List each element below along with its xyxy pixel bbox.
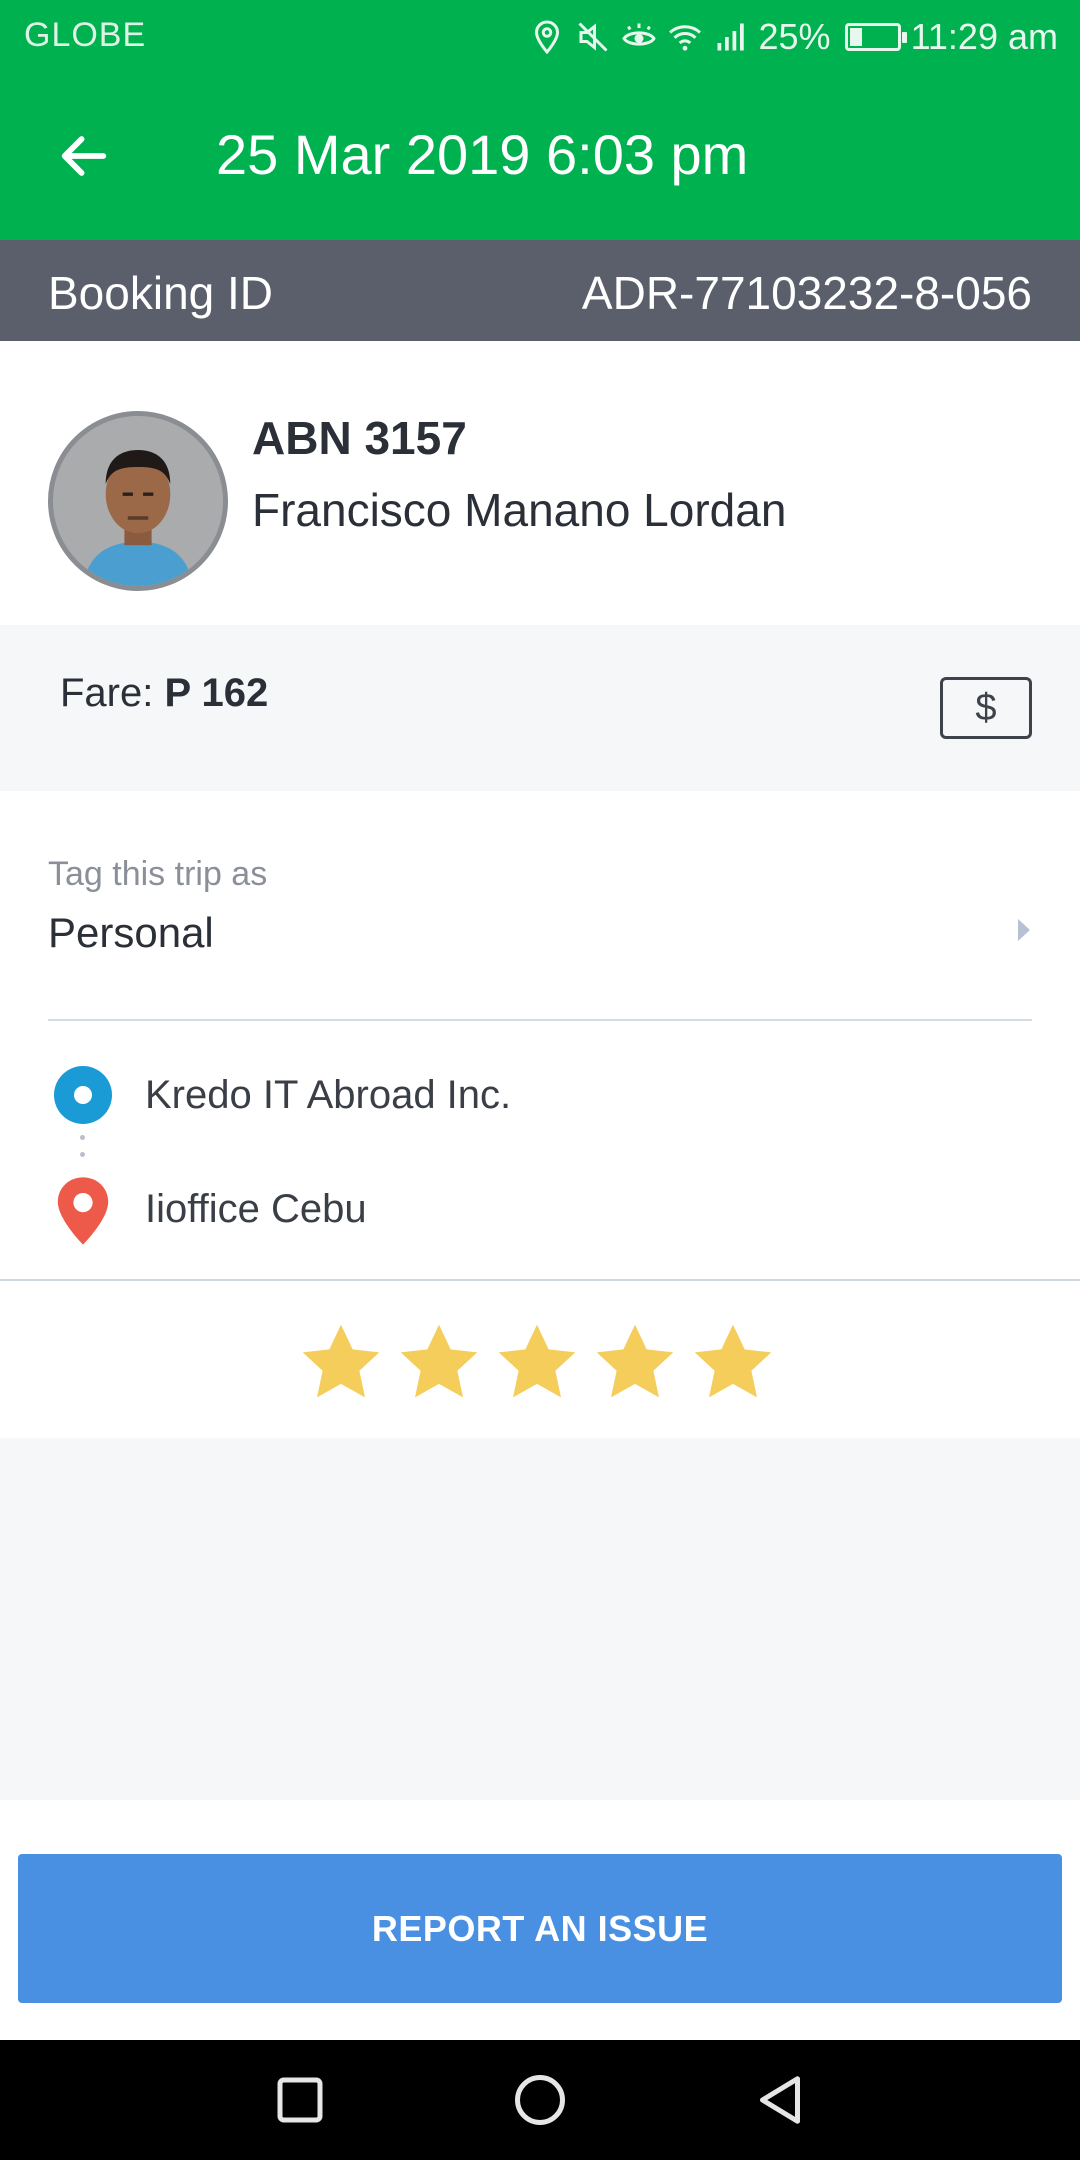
status-icons: 25% 11:29 am [529,14,1058,60]
system-nav-bar [0,2040,1080,2160]
arrow-left-icon [61,136,107,176]
driver-name: Francisco Manano Lordan [252,484,787,536]
signal-icon [713,19,749,55]
fare-amount: P 162 [164,671,269,715]
vehicle-plate: ABN 3157 [252,412,467,464]
tag-trip-value: Personal [48,909,214,956]
battery-percent: 25% [758,16,831,57]
mute-icon [575,19,611,55]
pickup-dot-icon [54,1066,112,1124]
eye-comfort-icon [621,19,657,55]
dropoff-location: Iioffice Cebu [145,1187,367,1231]
star-rating [296,1317,778,1405]
page-title: 25 Mar 2019 6:03 pm [216,123,749,186]
wifi-icon [667,19,703,55]
home-button[interactable] [510,2070,570,2130]
system-back-button[interactable] [750,2070,810,2130]
fare-section: Fare: P 162 $ [0,625,1080,791]
star-icon[interactable] [688,1317,778,1405]
back-button[interactable] [42,114,126,198]
location-icon [529,19,565,55]
dropoff-pin-icon [54,1175,112,1247]
empty-area [0,1438,1080,1800]
payment-method-button[interactable]: $ [940,677,1032,739]
clock: 11:29 am [910,16,1058,57]
booking-id-bar: Booking ID ADR-77103232-8-056 [0,240,1080,341]
status-bar: GLOBE 25% 11:29 am [0,0,1080,74]
booking-id-value: ADR-77103232-8-056 [581,267,1032,319]
route-section: Kredo IT Abroad Inc. Iioffice Cebu [0,1021,1080,1281]
app-bar: 25 Mar 2019 6:03 pm [0,74,1080,240]
star-icon[interactable] [590,1317,680,1405]
driver-avatar [48,411,228,591]
battery-icon [844,23,907,51]
tag-trip-row[interactable]: Tag this trip as Personal [0,791,1080,1021]
booking-id-label: Booking ID [48,267,274,319]
report-issue-button[interactable]: REPORT AN ISSUE [18,1854,1062,2003]
driver-section: ABN 3157 Francisco Manano Lordan [0,341,1080,625]
chevron-right-icon [1018,919,1030,941]
circle-icon [515,2075,565,2125]
cash-icon: $ [975,686,997,729]
star-icon[interactable] [492,1317,582,1405]
tag-trip-label: Tag this trip as [48,855,268,893]
fare-label: Fare: [60,671,154,715]
star-icon[interactable] [394,1317,484,1405]
route-connector [80,1135,86,1179]
carrier-name: GLOBE [24,16,147,54]
recent-apps-button[interactable] [270,2070,330,2130]
star-icon[interactable] [296,1317,386,1405]
fare-text: Fare: P 162 [60,671,268,716]
square-icon [277,2077,323,2123]
rating-section [0,1281,1080,1438]
pickup-location: Kredo IT Abroad Inc. [145,1073,512,1117]
triangle-back-icon [760,2076,800,2124]
